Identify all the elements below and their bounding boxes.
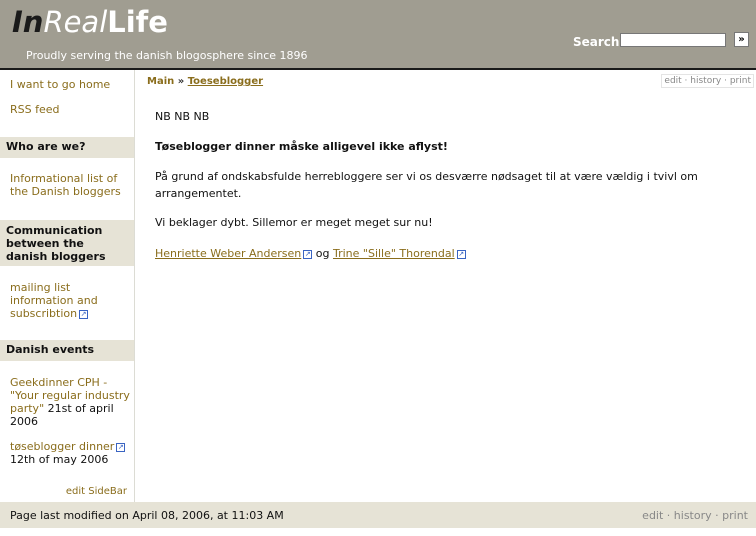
external-link-icon: ↗ (456, 249, 466, 259)
sidebar-event-toeseblogger: tøseblogger dinner ↗ 12th of may 2006 (10, 440, 130, 466)
external-link-icon: ↗ (303, 249, 313, 259)
breadcrumb-current[interactable]: Toeseblogger (188, 76, 263, 87)
search-go-button[interactable]: » (734, 32, 749, 47)
edit-link-top[interactable]: edit (664, 76, 681, 86)
site-tagline: Proudly serving the danish blogosphere s… (26, 49, 308, 62)
toeseblogger-dinner-date: 12th of may 2006 (10, 453, 109, 466)
separator: · (711, 509, 723, 522)
print-link-top[interactable]: print (730, 76, 751, 86)
edit-link-bottom[interactable]: edit (642, 509, 663, 522)
logo-part-real: Real (43, 5, 108, 39)
breadcrumb: Main » Toeseblogger (147, 76, 263, 87)
breadcrumb-separator: » (174, 76, 188, 87)
paragraph-body: På grund af ondskabsfulde herrebloggere … (155, 170, 698, 200)
search-label: Search (573, 35, 620, 49)
sidebar-heading-communication: Communication between the danish blogger… (0, 220, 134, 266)
sidebar-heading-who: Who are we? (0, 137, 134, 158)
author-link-trine[interactable]: Trine "Sille" Thorendal (333, 247, 455, 260)
last-modified-text: Page last modified on April 08, 2006, at… (10, 509, 284, 522)
header: InRealLife Proudly serving the danish bl… (0, 0, 756, 68)
separator: · (721, 76, 730, 86)
external-link-icon: ↗ (79, 309, 89, 319)
author-link-henriette[interactable]: Henriette Weber Andersen (155, 247, 301, 260)
paragraph-headline: Tøseblogger dinner måske alligevel ikke … (155, 140, 448, 153)
external-link-icon: ↗ (116, 442, 126, 452)
sidebar-link-rss[interactable]: RSS feed (10, 103, 60, 116)
paragraph-apology: Vi beklager dybt. Sillemor er meget mege… (155, 216, 433, 229)
sidebar-link-bloggers-list[interactable]: Informational list of the Danish blogger… (10, 172, 130, 198)
sidebar-event-geekdinner: Geekdinner CPH - "Your regular industry … (10, 376, 130, 428)
sidebar-link-home[interactable]: I want to go home (10, 78, 110, 91)
paragraph-nb: NB NB NB (155, 110, 210, 123)
authors-conjunction: og (312, 247, 333, 260)
sidebar-item-mailing-list[interactable]: mailing list information and subscribtio… (10, 281, 130, 320)
page-actions-bottom: edit · history · print (642, 509, 748, 522)
footer: Page last modified on April 08, 2006, at… (0, 502, 756, 528)
page-actions-top: edit · history · print (661, 74, 754, 88)
search-input[interactable] (620, 33, 726, 47)
history-link-top[interactable]: history (690, 76, 721, 86)
separator: · (681, 76, 691, 86)
logo-part-in: In (12, 5, 44, 39)
main-content: Main » Toeseblogger edit · history · pri… (135, 70, 756, 502)
print-link-bottom[interactable]: print (722, 509, 748, 522)
breadcrumb-main[interactable]: Main (147, 76, 174, 87)
history-link-bottom[interactable]: history (674, 509, 712, 522)
sidebar-heading-events: Danish events (0, 340, 134, 361)
sidebar: I want to go home RSS feed Who are we? I… (0, 70, 135, 502)
logo-part-life: Life (107, 5, 168, 39)
paragraph-authors: Henriette Weber Andersen ↗ og Trine "Sill… (155, 245, 715, 262)
separator: · (663, 509, 674, 522)
edit-sidebar-link[interactable]: edit SideBar (66, 486, 127, 497)
toeseblogger-dinner-link[interactable]: tøseblogger dinner (10, 440, 114, 453)
site-logo[interactable]: InRealLife (12, 3, 168, 41)
